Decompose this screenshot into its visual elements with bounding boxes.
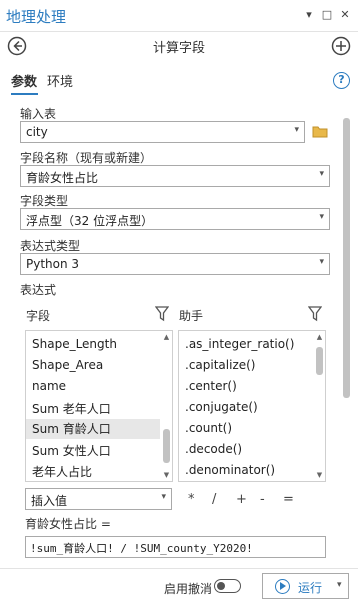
list-item[interactable]: .center() bbox=[185, 379, 237, 393]
operator-multiply-button[interactable]: * bbox=[188, 492, 195, 507]
fields-list[interactable]: Shape_Length Shape_Area name Sum 老年人口 Su… bbox=[25, 330, 173, 482]
list-item[interactable]: Sum 老年人口 bbox=[32, 400, 111, 417]
helpers-header: 助手 bbox=[179, 309, 204, 323]
fields-scrollbar[interactable]: ▲ ▼ bbox=[162, 333, 171, 481]
window-title: 地理处理 bbox=[6, 8, 67, 26]
insert-value-select[interactable]: 插入值 ▾ bbox=[25, 488, 172, 510]
list-item[interactable]: Shape_Length bbox=[32, 337, 117, 351]
tab-parameters[interactable]: 参数 bbox=[11, 71, 37, 90]
list-item[interactable]: 老年人占比 bbox=[32, 463, 92, 480]
field-type-value: 浮点型（32 位浮点型） bbox=[26, 214, 154, 228]
scroll-up-icon[interactable]: ▲ bbox=[162, 333, 171, 341]
enable-undo-label: 启用撤消 bbox=[164, 582, 213, 596]
bottom-bar: 启用撤消 运行 ▾ bbox=[0, 568, 358, 606]
scroll-down-icon[interactable]: ▼ bbox=[315, 471, 324, 479]
expression-type-select[interactable]: Python 3 ▾ bbox=[20, 253, 330, 275]
list-item-selected[interactable]: Sum 育龄人口 bbox=[26, 419, 160, 439]
helpers-list[interactable]: .as_integer_ratio() .capitalize() .cente… bbox=[178, 330, 326, 482]
scroll-down-icon[interactable]: ▼ bbox=[162, 471, 171, 479]
helpers-scrollbar[interactable]: ▲ ▼ bbox=[315, 333, 324, 481]
chevron-down-icon: ▾ bbox=[319, 169, 324, 179]
folder-icon[interactable] bbox=[312, 124, 328, 138]
title-bar: 地理处理 ▾ □ ✕ bbox=[0, 0, 358, 32]
field-name-label: 字段名称（现有或新建） bbox=[20, 151, 153, 165]
chevron-down-icon[interactable]: ▾ bbox=[337, 580, 342, 590]
play-icon bbox=[275, 579, 290, 594]
scroll-thumb[interactable] bbox=[343, 118, 350, 398]
enable-undo-toggle[interactable] bbox=[214, 579, 241, 593]
help-icon[interactable]: ? bbox=[333, 72, 350, 89]
list-item[interactable]: .capitalize() bbox=[185, 358, 256, 372]
run-label: 运行 bbox=[298, 581, 323, 595]
chevron-down-icon: ▾ bbox=[161, 492, 166, 502]
list-item[interactable]: .count() bbox=[185, 421, 232, 435]
operator-subtract-button[interactable]: - bbox=[260, 492, 265, 507]
scroll-thumb[interactable] bbox=[163, 429, 170, 463]
list-item[interactable]: .denominator() bbox=[185, 463, 275, 477]
tool-header: 计算字段 bbox=[0, 32, 358, 60]
list-item[interactable]: Sum 女性人口 bbox=[32, 442, 111, 459]
operator-divide-button[interactable]: / bbox=[212, 492, 216, 507]
expression-input[interactable]: !sum_育龄人口! / !SUM_county_Y2020! bbox=[25, 536, 326, 558]
expression-target-label: 育龄女性占比 = bbox=[25, 517, 111, 531]
operator-equals-button[interactable]: = bbox=[283, 492, 294, 507]
list-item[interactable]: Shape_Area bbox=[32, 358, 103, 372]
list-item[interactable]: .as_integer_ratio() bbox=[185, 337, 294, 351]
run-button[interactable]: 运行 ▾ bbox=[262, 573, 349, 599]
insert-value-label: 插入值 bbox=[31, 494, 68, 508]
list-item[interactable]: .conjugate() bbox=[185, 400, 258, 414]
expression-type-value: Python 3 bbox=[26, 257, 80, 271]
add-icon[interactable] bbox=[331, 36, 351, 56]
field-name-value: 育龄女性占比 bbox=[26, 171, 99, 185]
tab-bar: 参数 环境 bbox=[0, 66, 358, 95]
active-tab-indicator bbox=[11, 93, 38, 95]
tab-environments[interactable]: 环境 bbox=[47, 71, 73, 90]
field-name-select[interactable]: 育龄女性占比 ▾ bbox=[20, 165, 330, 187]
scroll-up-icon[interactable]: ▲ bbox=[315, 333, 324, 341]
operator-add-button[interactable]: + bbox=[236, 492, 247, 507]
field-type-select[interactable]: 浮点型（32 位浮点型） ▾ bbox=[20, 208, 330, 230]
dropdown-icon[interactable]: ▾ bbox=[302, 8, 316, 22]
chevron-down-icon: ▾ bbox=[319, 212, 324, 222]
field-type-label: 字段类型 bbox=[20, 194, 69, 208]
toggle-knob bbox=[217, 581, 225, 590]
list-item[interactable]: name bbox=[32, 379, 66, 393]
close-icon[interactable]: ✕ bbox=[338, 8, 352, 22]
expression-label: 表达式 bbox=[20, 283, 57, 297]
panel-scrollbar[interactable] bbox=[342, 108, 351, 568]
scroll-thumb[interactable] bbox=[316, 347, 323, 375]
input-table-value: city bbox=[26, 125, 48, 139]
chevron-down-icon: ▾ bbox=[294, 125, 299, 135]
input-table-label: 输入表 bbox=[20, 107, 57, 121]
filter-icon[interactable] bbox=[308, 306, 322, 322]
maximize-icon[interactable]: □ bbox=[320, 8, 334, 22]
filter-icon[interactable] bbox=[155, 306, 169, 322]
input-table-select[interactable]: city ▾ bbox=[20, 121, 305, 143]
tool-title: 计算字段 bbox=[152, 41, 205, 56]
chevron-down-icon: ▾ bbox=[319, 257, 324, 267]
expression-type-label: 表达式类型 bbox=[20, 239, 81, 253]
list-item[interactable]: .decode() bbox=[185, 442, 242, 456]
fields-header: 字段 bbox=[26, 309, 51, 323]
